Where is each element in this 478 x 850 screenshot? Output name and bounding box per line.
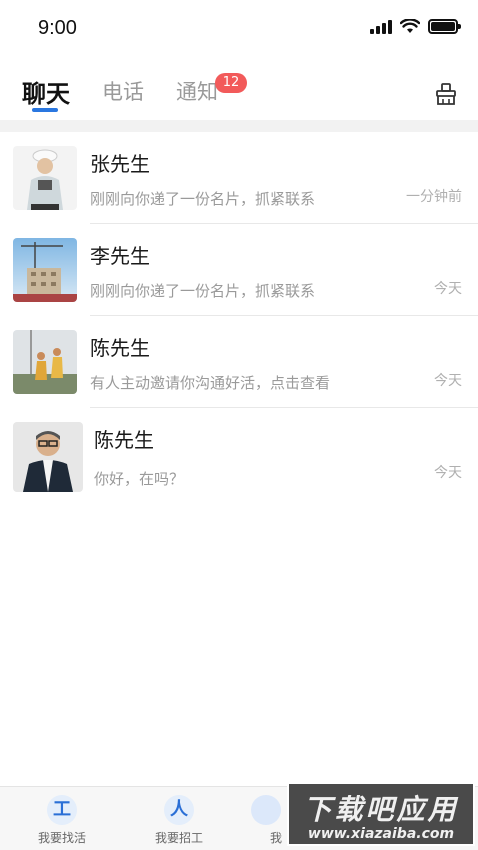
chat-preview: 刚刚向你递了一份名片，抓紧联系 [90, 282, 316, 300]
chat-name: 李先生 [90, 244, 150, 268]
chat-name: 陈先生 [90, 336, 150, 360]
workers-photo [13, 330, 77, 394]
nav-find-work[interactable]: 工 我要找活 [12, 795, 112, 846]
chat-row[interactable]: 张先生 刚刚向你递了一份名片，抓紧联系 一分钟前 [0, 132, 478, 224]
watermark-url: www.xiazaiba.com [307, 826, 455, 842]
signal-icon [370, 19, 392, 34]
chat-preview: 有人主动邀请你沟通好活，点击查看 [90, 374, 331, 392]
tab-notify[interactable]: 通知 [176, 76, 218, 106]
chat-row[interactable]: 陈先生 有人主动邀请你沟通好活，点击查看 今天 [0, 316, 478, 408]
nav-me-icon [251, 795, 281, 825]
nav-label: 我要找活 [37, 831, 86, 845]
chat-time: 今天 [434, 373, 462, 389]
active-tab-indicator [32, 108, 58, 112]
avatar [13, 330, 77, 394]
notify-badge: 12 [215, 73, 247, 93]
construction-site-photo [13, 238, 77, 302]
chat-time: 今天 [434, 465, 462, 481]
wifi-icon [400, 19, 420, 33]
nav-hire[interactable]: 人 我要招工 [129, 795, 229, 846]
status-bar: 9:00 [0, 0, 478, 58]
nav-hire-icon: 人 [164, 795, 194, 825]
chat-time: 今天 [434, 281, 462, 297]
status-icons [370, 19, 461, 34]
battery-icon [428, 19, 461, 34]
businessman-photo [13, 422, 83, 492]
watermark-title: 下载吧应用 [303, 793, 459, 826]
chat-name: 陈先生 [94, 428, 154, 452]
tab-phone[interactable]: 电话 [102, 76, 144, 106]
section-divider [0, 120, 478, 132]
chat-list: 张先生 刚刚向你递了一份名片，抓紧联系 一分钟前 李先生 刚刚向你递了一份名片，… [0, 132, 478, 500]
watermark-logo: 下载吧应用 www.xiazaiba.com [287, 782, 475, 846]
tab-chat[interactable]: 聊天 [22, 74, 70, 109]
chat-row[interactable]: 李先生 刚刚向你递了一份名片，抓紧联系 今天 [0, 224, 478, 316]
avatar [13, 422, 83, 492]
worker-photo [13, 146, 77, 210]
chat-preview: 刚刚向你递了一份名片，抓紧联系 [90, 190, 316, 208]
nav-find-work-icon: 工 [47, 795, 77, 825]
nav-label: 我要招工 [154, 831, 203, 845]
avatar [13, 146, 77, 210]
status-time: 9:00 [38, 17, 77, 39]
top-tabs: 聊天 电话 通知 12 [0, 60, 478, 120]
chat-time: 一分钟前 [406, 189, 462, 205]
avatar [13, 238, 77, 302]
chat-name: 张先生 [90, 152, 150, 176]
chat-row[interactable]: 陈先生 你好，在吗？ 今天 [0, 408, 478, 500]
broom-icon[interactable] [434, 82, 458, 106]
chat-preview: 你好，在吗？ [94, 470, 185, 488]
